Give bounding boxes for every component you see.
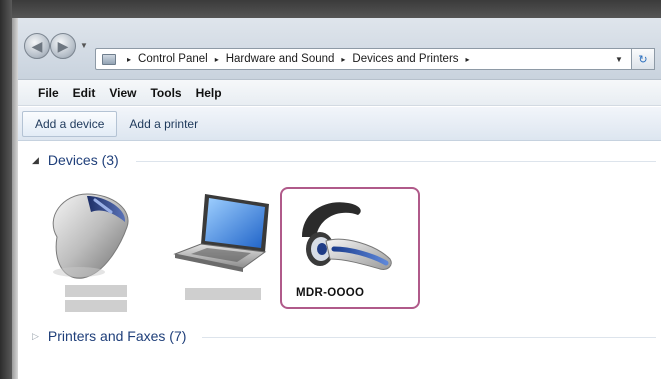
menu-bar: File Edit View Tools Help [18, 80, 661, 106]
add-printer-button[interactable]: Add a printer [117, 111, 210, 137]
headset-icon [302, 202, 392, 270]
window-left-border [0, 0, 12, 379]
device-name-redacted [65, 285, 127, 297]
window-top-border [0, 0, 661, 18]
devices-content-pane: ◢ Devices (3) MDR-OOOO ▷ Printers and Fa… [18, 142, 661, 379]
back-button[interactable]: ◀ [24, 33, 50, 59]
back-arrow-icon: ◀ [31, 37, 43, 54]
devices-group-header[interactable]: ◢ Devices (3) [32, 152, 119, 168]
group-divider [202, 337, 656, 338]
device-name-redacted [65, 300, 127, 312]
forward-button[interactable]: ▶ [50, 33, 76, 59]
breadcrumb-separator-icon[interactable]: ▸ [466, 55, 470, 64]
recent-pages-dropdown-icon[interactable]: ▼ [80, 41, 88, 50]
breadcrumb-separator-icon[interactable]: ▸ [215, 55, 219, 64]
collapse-arrow-icon[interactable]: ◢ [32, 155, 39, 166]
mouse-icon [52, 193, 129, 279]
address-dropdown-icon[interactable]: ▼ [615, 55, 623, 64]
breadcrumb-control-panel[interactable]: Control Panel [138, 53, 208, 65]
menu-view[interactable]: View [109, 86, 136, 100]
printers-group-header[interactable]: ▷ Printers and Faxes (7) [32, 328, 186, 344]
menu-tools[interactable]: Tools [150, 86, 181, 100]
expand-arrow-icon[interactable]: ▷ [32, 331, 39, 342]
devices-group-title: Devices (3) [47, 152, 119, 168]
menu-edit[interactable]: Edit [73, 86, 96, 100]
command-bar: Add a device Add a printer [18, 107, 661, 141]
printers-group-title: Printers and Faxes (7) [47, 328, 187, 344]
address-bar[interactable]: ▸ Control Panel ▸ Hardware and Sound ▸ D… [95, 48, 635, 70]
add-device-button[interactable]: Add a device [22, 110, 118, 137]
laptop-icon [173, 194, 269, 272]
device-name-redacted [185, 288, 261, 300]
group-divider [136, 161, 656, 162]
menu-help[interactable]: Help [196, 86, 222, 100]
device-headset-selected[interactable]: MDR-OOOO [280, 187, 420, 309]
forward-arrow-icon: ▶ [57, 37, 69, 54]
explorer-window: ◀ ▶ ▼ ▸ Control Panel ▸ Hardware and Sou… [0, 0, 661, 379]
device-name-mdr: MDR-OOOO [296, 287, 365, 299]
menu-file[interactable]: File [38, 86, 59, 100]
refresh-button[interactable]: ↻ [631, 48, 655, 70]
breadcrumb-hardware-and-sound[interactable]: Hardware and Sound [226, 53, 335, 65]
device-laptop[interactable] [167, 182, 277, 312]
breadcrumb-separator-icon[interactable]: ▸ [341, 55, 345, 64]
breadcrumb-devices-and-printers[interactable]: Devices and Printers [352, 53, 458, 65]
breadcrumb-separator-icon[interactable]: ▸ [127, 55, 131, 64]
refresh-icon: ↻ [638, 53, 648, 66]
control-panel-icon [102, 53, 116, 65]
device-mouse[interactable] [35, 182, 145, 312]
